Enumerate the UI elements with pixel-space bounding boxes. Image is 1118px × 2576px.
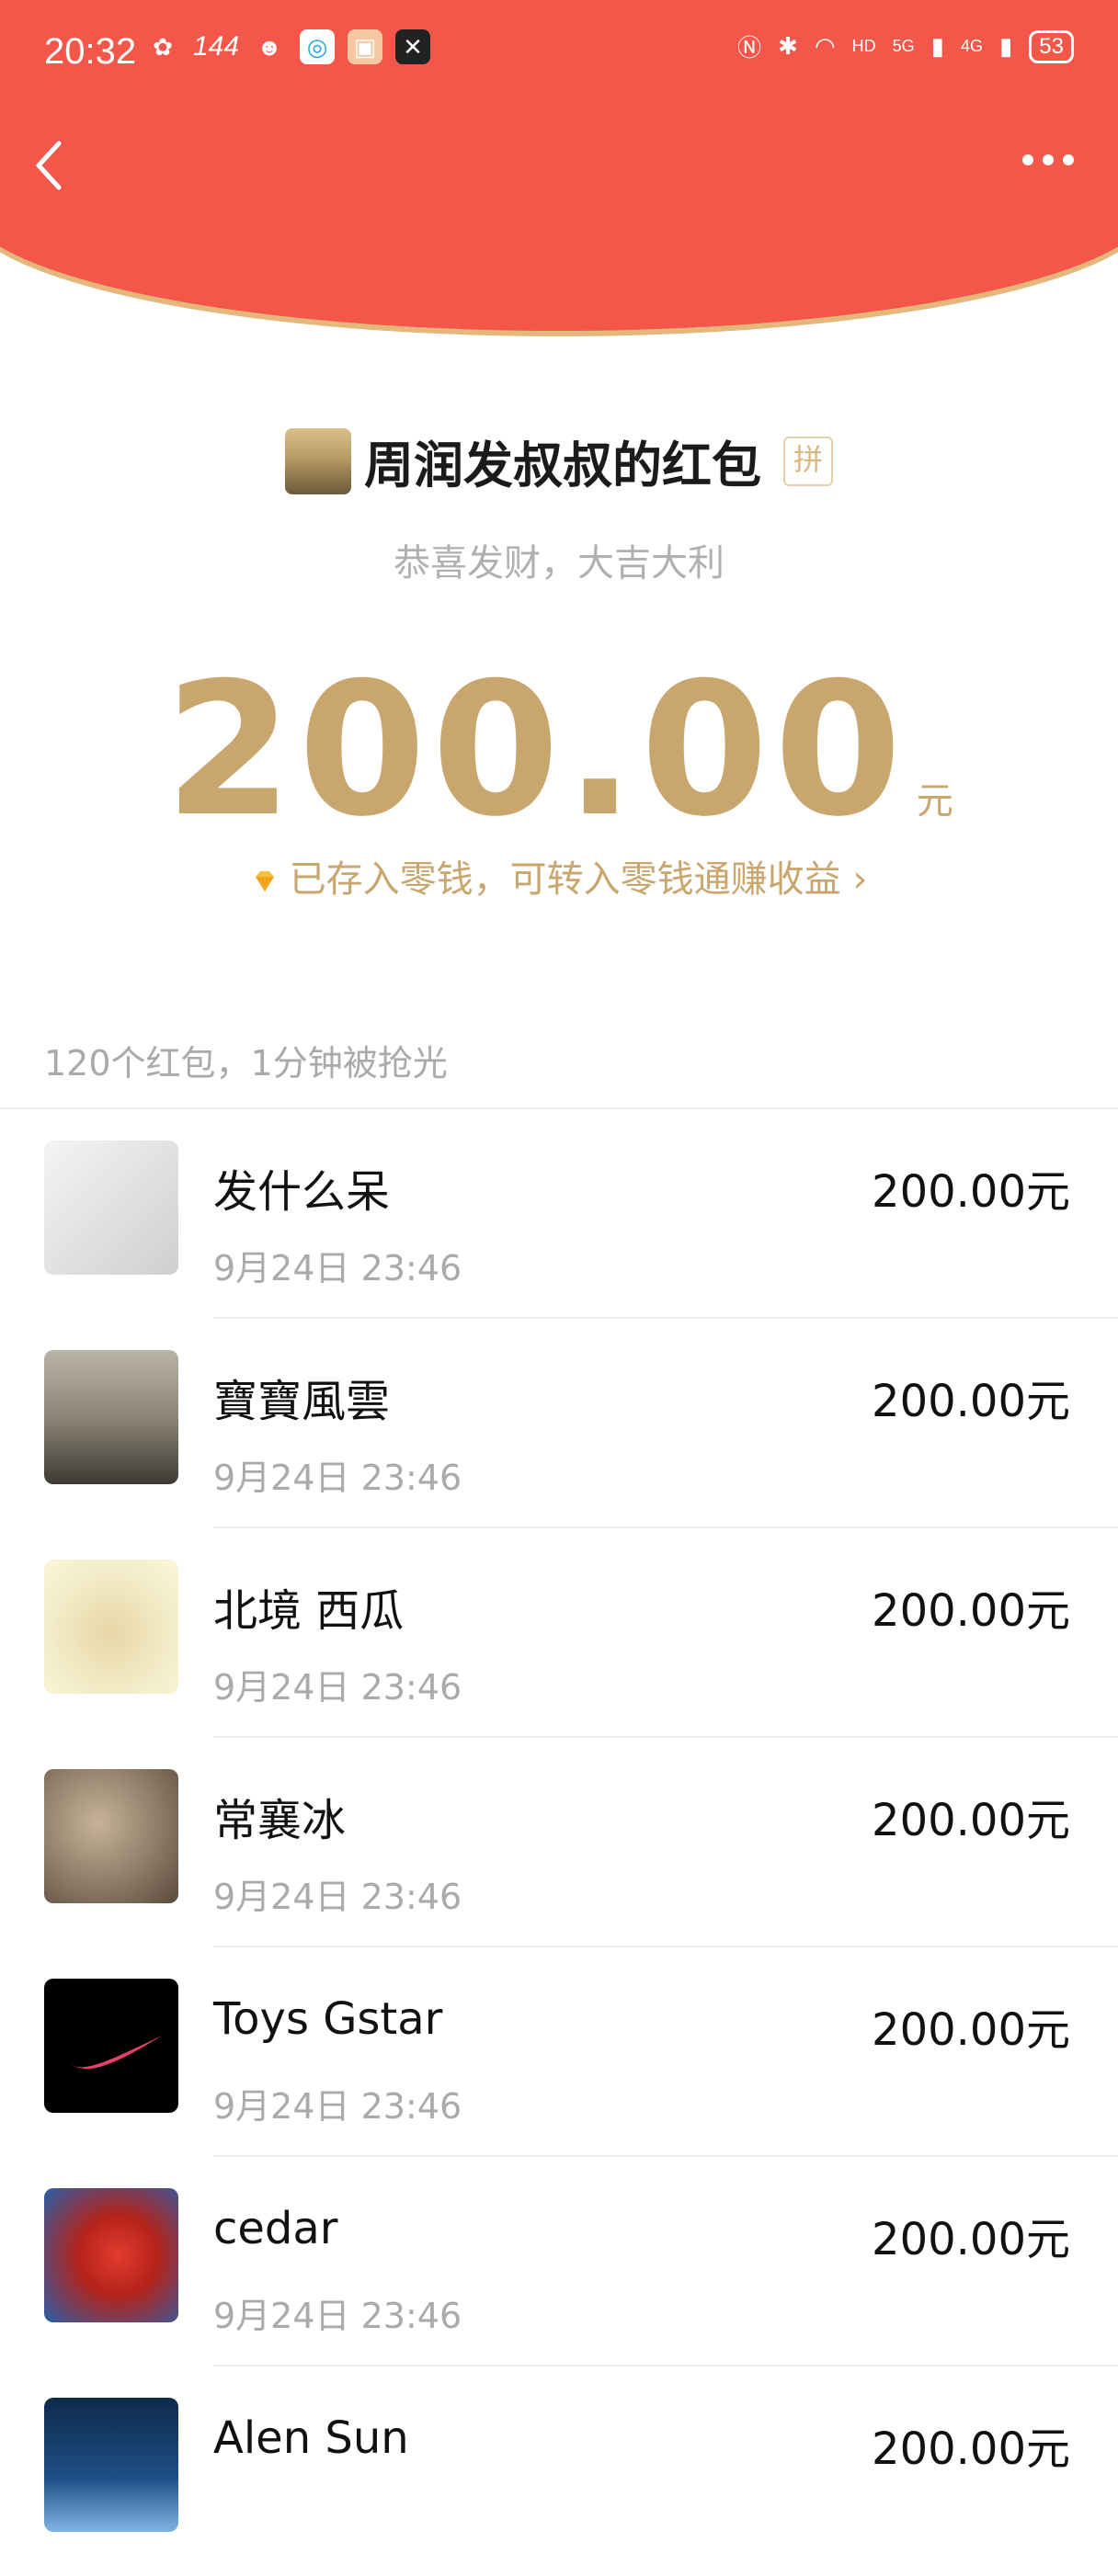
greeting-text: 恭喜发财，大吉大利: [394, 542, 724, 584]
back-arrow-icon[interactable]: [31, 138, 68, 193]
received-amount: 200.00元: [872, 1376, 1070, 1427]
list-item[interactable]: Toys Gstar 9月24日 23:46 200.00元: [0, 1947, 1118, 2157]
swoosh-logo: [70, 2036, 162, 2070]
saved-to-change-link[interactable]: 已存入零钱，可转入零钱通赚收益 ›: [0, 849, 1118, 902]
recipient-name: Alen Sun: [213, 2412, 409, 2464]
nfc-icon: Ⓝ: [737, 34, 762, 62]
avatar: [44, 1350, 178, 1484]
pin-badge[interactable]: 拼: [783, 436, 833, 486]
avatar: [44, 1140, 178, 1275]
capcut-icon: ✕: [395, 29, 431, 64]
received-time: 9月24日 23:46: [213, 2296, 462, 2336]
wifi-icon: ◠: [814, 32, 836, 60]
list-item[interactable]: 常襄冰 9月24日 23:46 200.00元: [0, 1738, 1118, 1947]
status-indicators: Ⓝ ✱ ◠ HD 5G ▮ 4G ▮ 53: [737, 29, 1074, 63]
received-amount: 200.00元: [872, 1166, 1070, 1218]
recipient-name: cedar: [213, 2203, 338, 2254]
received-time: 9月24日 23:46: [213, 1248, 462, 1288]
list-item[interactable]: cedar 9月24日 23:46 200.00元: [0, 2157, 1118, 2366]
recipient-list: 发什么呆 9月24日 23:46 200.00元 寶寶風雲 9月24日 23:4…: [0, 1109, 1118, 2576]
recipient-name: Toys Gstar: [213, 1993, 443, 2045]
avatar: [44, 1769, 178, 1903]
received-amount: 200.00元: [872, 1585, 1070, 1637]
avatar: [44, 1560, 178, 1694]
more-options-icon[interactable]: [1022, 154, 1074, 165]
status-app-icons: ✿ 144 ☻ ◎ ▣ ✕: [145, 29, 431, 64]
bluetooth-icon: ✱: [778, 32, 798, 60]
sender-avatar: [285, 427, 351, 494]
recipient-name: 常襄冰: [213, 1795, 347, 1846]
diamond-icon: [255, 871, 274, 891]
avatar: [44, 2398, 178, 2532]
fan-icon: ✿: [153, 32, 173, 61]
chat-app-icon: ◎: [300, 29, 336, 64]
received-amount: 200.00元: [872, 2214, 1070, 2265]
list-item[interactable]: 寶寶風雲 9月24日 23:46 200.00元: [0, 1319, 1118, 1528]
saved-note: 已存入零钱，可转入零钱通赚收益: [289, 858, 841, 901]
amount-unit: 元: [916, 780, 953, 823]
received-amount: 200.00元: [872, 2004, 1070, 2056]
chevron-right-icon: ›: [840, 858, 868, 901]
sender-title: 周润发叔叔的红包: [364, 437, 761, 494]
received-time: 9月24日 23:46: [213, 1667, 462, 1708]
list-item[interactable]: 北境 西瓜 9月24日 23:46 200.00元: [0, 1528, 1118, 1738]
signal-bars-icon: ▮: [930, 32, 944, 60]
signal-5g-label: 5G: [892, 37, 915, 55]
recipient-name: 发什么呆: [213, 1166, 391, 1218]
summary-text: 120个红包，1分钟被抢光: [44, 1043, 448, 1084]
avatar: [44, 2188, 178, 2322]
list-item[interactable]: Alen Sun 200.00元: [0, 2366, 1118, 2576]
hd-icon: HD: [851, 37, 876, 55]
battery-indicator: 53: [1029, 29, 1074, 63]
amount-display: 200.00 元: [0, 643, 1118, 857]
received-time: 9月24日 23:46: [213, 1877, 462, 1917]
recipient-name: 寶寶風雲: [213, 1376, 391, 1427]
avatar: [44, 1979, 178, 2113]
received-time: 9月24日 23:46: [213, 1458, 462, 1498]
received-time: 9月24日 23:46: [213, 2086, 462, 2127]
amount-value: 200.00: [165, 643, 907, 857]
received-amount: 200.00元: [872, 1795, 1070, 1846]
status-time: 20:32: [44, 31, 137, 72]
recipient-name: 北境 西瓜: [213, 1585, 405, 1637]
received-amount: 200.00元: [872, 2423, 1070, 2475]
signal-bars-icon-2: ▮: [998, 32, 1013, 60]
app-notification-icon-2: ▣: [348, 29, 383, 64]
list-item[interactable]: 发什么呆 9月24日 23:46 200.00元: [0, 1109, 1118, 1319]
refresh-rate-label: 144: [193, 31, 240, 62]
app-notification-icon: ☻: [257, 32, 282, 61]
sender-section: 周润发叔叔的红包 拼: [0, 425, 1118, 498]
signal-4g-label: 4G: [960, 37, 983, 55]
status-bar: 20:32 ✿ 144 ☻ ◎ ▣ ✕ Ⓝ ✱ ◠ HD 5G ▮ 4G ▮ 5…: [0, 0, 1118, 108]
